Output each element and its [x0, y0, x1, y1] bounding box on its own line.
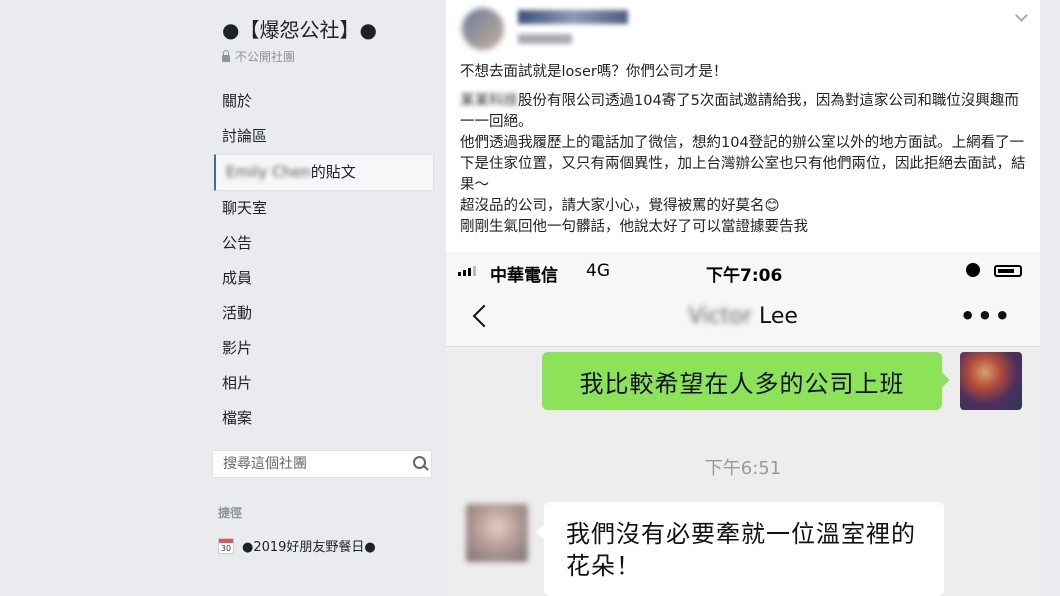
nav-members[interactable]: 成員 [214, 261, 434, 296]
nav-events[interactable]: 活動 [214, 296, 434, 331]
carrier-name: 中華電信 [490, 266, 558, 286]
nav-announcements[interactable]: 公告 [214, 226, 434, 261]
chat-contact-name: Victor Lee [446, 304, 1040, 329]
alarm-icon [966, 263, 980, 277]
nav-videos[interactable]: 影片 [214, 331, 434, 366]
post-headline: 不想去面試就是loser嗎？你們公司才是！ [460, 64, 728, 80]
lock-icon [222, 50, 230, 62]
group-search-input[interactable] [213, 456, 407, 472]
signal-icon [458, 266, 476, 276]
message-timestamp: 下午6:51 [704, 458, 782, 479]
nav-user-posts[interactable]: Emily Chen的貼文 [214, 154, 434, 191]
nav-discussion[interactable]: 討論區 [214, 119, 434, 154]
phone-status-bar: 中華電信 4G 下午7:06 [446, 252, 1040, 290]
group-nav: 關於 討論區 Emily Chen的貼文 聊天室 公告 成員 活動 影片 相片 … [214, 84, 434, 436]
redacted-company: 某某科技 [460, 93, 518, 109]
post-paragraph-3: 超沒品的公司，請大家小心，覺得被罵的好莫名😊 [460, 198, 780, 214]
privacy-label: 不公開社團 [235, 50, 296, 64]
network-type: 4G [586, 261, 610, 281]
post-paragraph-4: 剛剛生氣回他一句髒話，他說太好了可以當證據要告我 [460, 219, 808, 235]
post-body: 不想去面試就是loser嗎？你們公司才是！ 某某科技股份有限公司透過104寄了5… [460, 62, 1032, 238]
group-search [212, 450, 432, 478]
author-name-redacted[interactable] [518, 10, 628, 24]
blurred-username: Emily Chen [226, 163, 311, 181]
post-card: 不想去面試就是loser嗎？你們公司才是！ 某某科技股份有限公司透過104寄了5… [446, 0, 1040, 596]
more-icon: ••• [959, 302, 1012, 330]
nav-user-posts-suffix: 的貼文 [310, 163, 356, 181]
shortcuts-heading: 捷徑 [218, 506, 243, 520]
post-paragraph-2: 他們透過我履歷上的電話加了微信，想約104登記的辦公室以外的地方面試。上網看了一… [460, 135, 1026, 193]
calendar-icon: 30 [218, 537, 234, 554]
search-icon[interactable] [407, 451, 431, 477]
nav-photos[interactable]: 相片 [214, 366, 434, 401]
post-time-redacted[interactable] [518, 34, 572, 44]
author-avatar[interactable] [462, 8, 504, 50]
chat-screenshot[interactable]: 中華電信 4G 下午7:06 Victor Lee ••• 我比較希望在人多的公… [446, 252, 1040, 596]
group-title[interactable]: ●【爆怨公社】● [222, 14, 422, 43]
nav-about[interactable]: 關於 [214, 84, 434, 119]
outgoing-message: 我比較希望在人多的公司上班 [542, 352, 950, 410]
nav-chat[interactable]: 聊天室 [214, 191, 434, 226]
shortcut-label: ●2019好朋友野餐日● [242, 540, 376, 555]
post-paragraph-1: 某某科技股份有限公司透過104寄了5次面試邀請給我，因為對這家公司和職位沒興趣而… [460, 91, 1032, 133]
group-privacy: 不公開社團 [222, 48, 295, 65]
sender-avatar [960, 352, 1022, 410]
status-time: 下午7:06 [706, 266, 783, 286]
incoming-message: 我們沒有必要牽就一位溫室裡的花朵！ [536, 502, 944, 596]
chat-navbar: Victor Lee ••• [446, 290, 1040, 347]
shortcut-item[interactable]: 30 ●2019好朋友野餐日● [218, 536, 376, 555]
nav-files[interactable]: 檔案 [214, 401, 434, 436]
contact-avatar [466, 504, 528, 562]
chevron-down-icon[interactable] [1014, 10, 1028, 24]
contact-first-name-blurred: Victor [688, 304, 752, 329]
contact-last-name: Lee [758, 304, 798, 329]
battery-icon [994, 265, 1022, 277]
post-paragraph-1-text: 股份有限公司透過104寄了5次面試邀請給我，因為對這家公司和職位沒興趣而一一回絕… [460, 93, 1019, 130]
